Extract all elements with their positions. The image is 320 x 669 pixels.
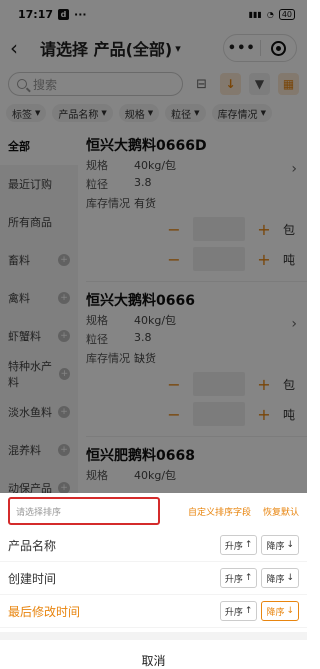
arrow-down-icon: ↓ [286, 606, 294, 616]
sort-direction-buttons: 升序 ↑ 降序 ↓ [219, 601, 299, 621]
button-label: 降序 [266, 574, 285, 585]
custom-sort-field-link[interactable]: 自定义排序字段 [188, 505, 251, 518]
restore-default-link[interactable]: 恢复默认 [263, 505, 299, 518]
sort-option-label: 创建时间 [8, 571, 57, 586]
cancel-button[interactable]: 取消 [0, 640, 307, 669]
ascending-button[interactable]: 升序 ↑ [219, 568, 258, 588]
sort-direction-buttons: 升序 ↑ 降序 ↓ [219, 535, 299, 555]
arrow-up-icon: ↑ [244, 573, 253, 583]
sort-select-input[interactable]: 请选择排序 [8, 497, 160, 525]
ascending-button[interactable]: 升序 ↑ [219, 535, 258, 555]
sort-sheet-header: 请选择排序 自定义排序字段 恢复默认 [0, 493, 307, 529]
divider [0, 632, 307, 640]
descending-button[interactable]: 降序 ↓ [261, 568, 299, 588]
button-label: 升序 [224, 607, 243, 618]
sort-option-product-name[interactable]: 产品名称 升序 ↑ 降序 ↓ [0, 529, 307, 562]
arrow-down-icon: ↓ [286, 540, 294, 550]
sort-placeholder: 请选择排序 [16, 507, 62, 518]
descending-button[interactable]: 降序 ↓ [261, 535, 299, 555]
sort-direction-buttons: 升序 ↑ 降序 ↓ [219, 568, 299, 588]
sort-option-label: 产品名称 [8, 538, 57, 553]
button-label: 降序 [266, 541, 285, 552]
descending-button[interactable]: 降序 ↓ [261, 601, 299, 621]
ascending-button[interactable]: 升序 ↑ [219, 601, 258, 621]
sort-sheet: 请选择排序 自定义排序字段 恢复默认 产品名称 升序 ↑ 降序 ↓ 创建时间 升序 ↑… [0, 493, 307, 669]
arrow-up-icon: ↑ [244, 606, 253, 616]
button-label: 升序 [224, 574, 243, 585]
button-label: 降序 [266, 607, 285, 618]
arrow-down-icon: ↓ [286, 573, 294, 583]
arrow-up-icon: ↑ [244, 540, 253, 550]
sort-option-created-time[interactable]: 创建时间 升序 ↑ 降序 ↓ [0, 562, 307, 595]
button-label: 升序 [224, 541, 243, 552]
sort-option-label: 最后修改时间 [8, 604, 81, 619]
sort-option-last-modified[interactable]: 最后修改时间 升序 ↑ 降序 ↓ [0, 595, 307, 628]
